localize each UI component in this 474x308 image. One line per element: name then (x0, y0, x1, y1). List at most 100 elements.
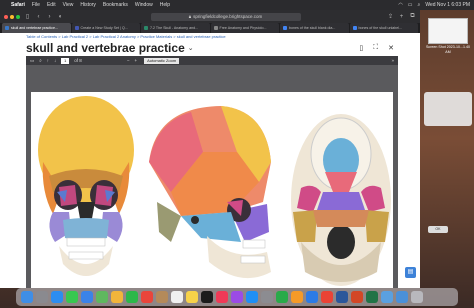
new-tab-icon[interactable]: + (398, 14, 405, 20)
ok-button[interactable]: OK (428, 226, 448, 233)
menu-bar: Safari File Edit View History Bookmarks … (0, 0, 474, 10)
pdf-page-input[interactable]: 1 (61, 57, 70, 64)
dock-settings-icon[interactable] (261, 291, 273, 303)
pdf-page-total: of 8 (74, 58, 82, 63)
dock-finder-icon[interactable] (21, 291, 33, 303)
dock-messages-icon[interactable] (66, 291, 78, 303)
dock-pages-icon[interactable] (291, 291, 303, 303)
menu-clock[interactable]: Wed Nov 1 6:03 PM (425, 2, 470, 8)
dock-launchpad-icon[interactable] (36, 291, 48, 303)
tab-skull-unlabeled[interactable]: bones of the skull unlabel... (349, 23, 418, 33)
favicon-icon (283, 26, 287, 30)
page-title: skull and vertebrae practice (26, 40, 185, 55)
tab-overview-icon[interactable]: ⧉ (409, 13, 416, 20)
favicon-icon (74, 26, 79, 30)
spotlight-icon[interactable]: ⌕ (418, 2, 421, 8)
dock-notes-icon[interactable] (186, 291, 198, 303)
pdf-zoom-in-icon[interactable]: + (134, 58, 137, 63)
tab-bar: skull and vertebrae practice... Create a… (0, 23, 420, 33)
menu-item-view[interactable]: View (63, 2, 74, 8)
menu-item-file[interactable]: File (32, 2, 40, 8)
tab-label: skull and vertebrae practice... (11, 26, 58, 30)
wifi-icon[interactable]: ◠ (398, 2, 402, 8)
dock-app-store-icon[interactable] (246, 291, 258, 303)
favicon-icon (352, 26, 357, 30)
pdf-zoom-out-icon[interactable]: − (127, 58, 130, 63)
dock-podcasts-icon[interactable] (231, 291, 243, 303)
dock-facetime-icon[interactable] (126, 291, 138, 303)
menu-item-help[interactable]: Help (160, 2, 170, 8)
address-url: springfieldcollege.brightspace.com (193, 14, 263, 19)
pdf-search-icon[interactable]: ⌕ (39, 58, 42, 63)
title-bar: skull and vertebrae practice ⌄ ▯ ⛶ ✕ (0, 39, 420, 56)
browser-window: ▯ ‹ › ◐ 🔒︎ springfieldcollege.brightspac… (0, 10, 420, 288)
close-window-button[interactable] (4, 14, 8, 19)
menu-app-name[interactable]: Safari (11, 2, 25, 8)
status-menus: ◠ ▭ ⌕ Wed Nov 1 6:03 PM (398, 2, 470, 8)
favicon-icon (213, 26, 218, 30)
bookmark-icon[interactable]: ▯ (359, 44, 363, 52)
dock-trash-icon[interactable] (411, 291, 423, 303)
tab-quizlet[interactable]: Create a New Study Set | Q... (71, 23, 140, 33)
dock-word-icon[interactable] (336, 291, 348, 303)
sidebar-toggle-icon[interactable]: ▯ (24, 13, 31, 20)
tab-label: 7.2 The Skull - Anatomy and... (150, 26, 199, 30)
dock-downloads-icon[interactable] (396, 291, 408, 303)
menu-item-history[interactable]: History (80, 2, 96, 8)
dock-preview-icon[interactable] (381, 291, 393, 303)
dock-chrome-icon[interactable] (321, 291, 333, 303)
tab-skull-blank[interactable]: bones of the skull blank dia... (280, 23, 349, 33)
dock-mail-icon[interactable] (81, 291, 93, 303)
dock-safari-icon[interactable] (51, 291, 63, 303)
tab-the-skull[interactable]: 7.2 The Skull - Anatomy and... (141, 23, 210, 33)
dock-music-icon[interactable] (216, 291, 228, 303)
lock-icon: 🔒︎ (188, 14, 192, 19)
tab-free-anatomy[interactable]: Free Anatomy and Physiolo... (210, 23, 279, 33)
favicon-icon (5, 26, 9, 30)
skull-inferior-view-image (291, 114, 391, 286)
title-actions: ▯ ⛶ ✕ (359, 44, 394, 52)
screenshot-file-thumbnail[interactable] (428, 18, 468, 44)
pdf-canvas[interactable] (26, 65, 398, 288)
dock-calendar-icon[interactable] (141, 291, 153, 303)
menu-item-edit[interactable]: Edit (47, 2, 56, 8)
skull-anterior-view-image (38, 96, 134, 276)
dock-reminders-icon[interactable] (171, 291, 183, 303)
menu-item-window[interactable]: Window (135, 2, 153, 8)
pdf-sidebar-icon[interactable]: ▭ (30, 58, 34, 64)
battery-icon[interactable]: ▭ (408, 2, 413, 8)
menu-item-bookmarks[interactable]: Bookmarks (103, 2, 128, 8)
dock-maps-icon[interactable] (96, 291, 108, 303)
pdf-zoom-select[interactable]: Automatic Zoom (144, 57, 180, 64)
chevron-down-icon[interactable]: ⌄ (188, 44, 194, 52)
dock-powerpoint-icon[interactable] (351, 291, 363, 303)
desktop-items: Screen Shot 2023-10...1.40 AM (422, 12, 474, 282)
forward-icon[interactable]: › (46, 14, 53, 20)
pdf-toolbar: ▭ ⌕ ↑ ↓ 1 of 8 − + Automatic Zoom » (26, 56, 398, 65)
browser-toolbar: ▯ ‹ › ◐ 🔒︎ springfieldcollege.brightspac… (0, 10, 420, 23)
dock-numbers-icon[interactable] (276, 291, 288, 303)
back-icon[interactable]: ‹ (35, 14, 42, 20)
screenshot-file-label[interactable]: Screen Shot 2023-10...1.40 AM (423, 45, 473, 54)
tab-label: Create a New Study Set | Q... (80, 26, 128, 30)
dock-excel-icon[interactable] (366, 291, 378, 303)
dock-contacts-icon[interactable] (156, 291, 168, 303)
close-icon[interactable]: ✕ (388, 44, 394, 52)
pdf-page (31, 92, 393, 288)
share-icon[interactable]: ⇪ (387, 13, 394, 20)
zoom-window-button[interactable] (16, 14, 20, 19)
dock-photos-icon[interactable] (111, 291, 123, 303)
pdf-prev-page-icon[interactable]: ↑ (47, 58, 49, 63)
pdf-more-icon[interactable]: » (391, 58, 394, 63)
window-controls (4, 14, 20, 19)
minimize-window-button[interactable] (10, 14, 14, 19)
address-bar[interactable]: 🔒︎ springfieldcollege.brightspace.com (150, 12, 301, 21)
dock-keynote-icon[interactable] (306, 291, 318, 303)
pdf-next-page-icon[interactable]: ↓ (54, 58, 56, 63)
privacy-shield-icon[interactable]: ◐ (57, 14, 64, 20)
notification-panel[interactable] (424, 92, 472, 126)
tab-skull-practice[interactable]: skull and vertebrae practice... (2, 23, 71, 33)
fullscreen-icon[interactable]: ⛶ (373, 44, 378, 52)
dock-tv-icon[interactable] (201, 291, 213, 303)
chat-icon[interactable]: ▤ (405, 267, 416, 278)
